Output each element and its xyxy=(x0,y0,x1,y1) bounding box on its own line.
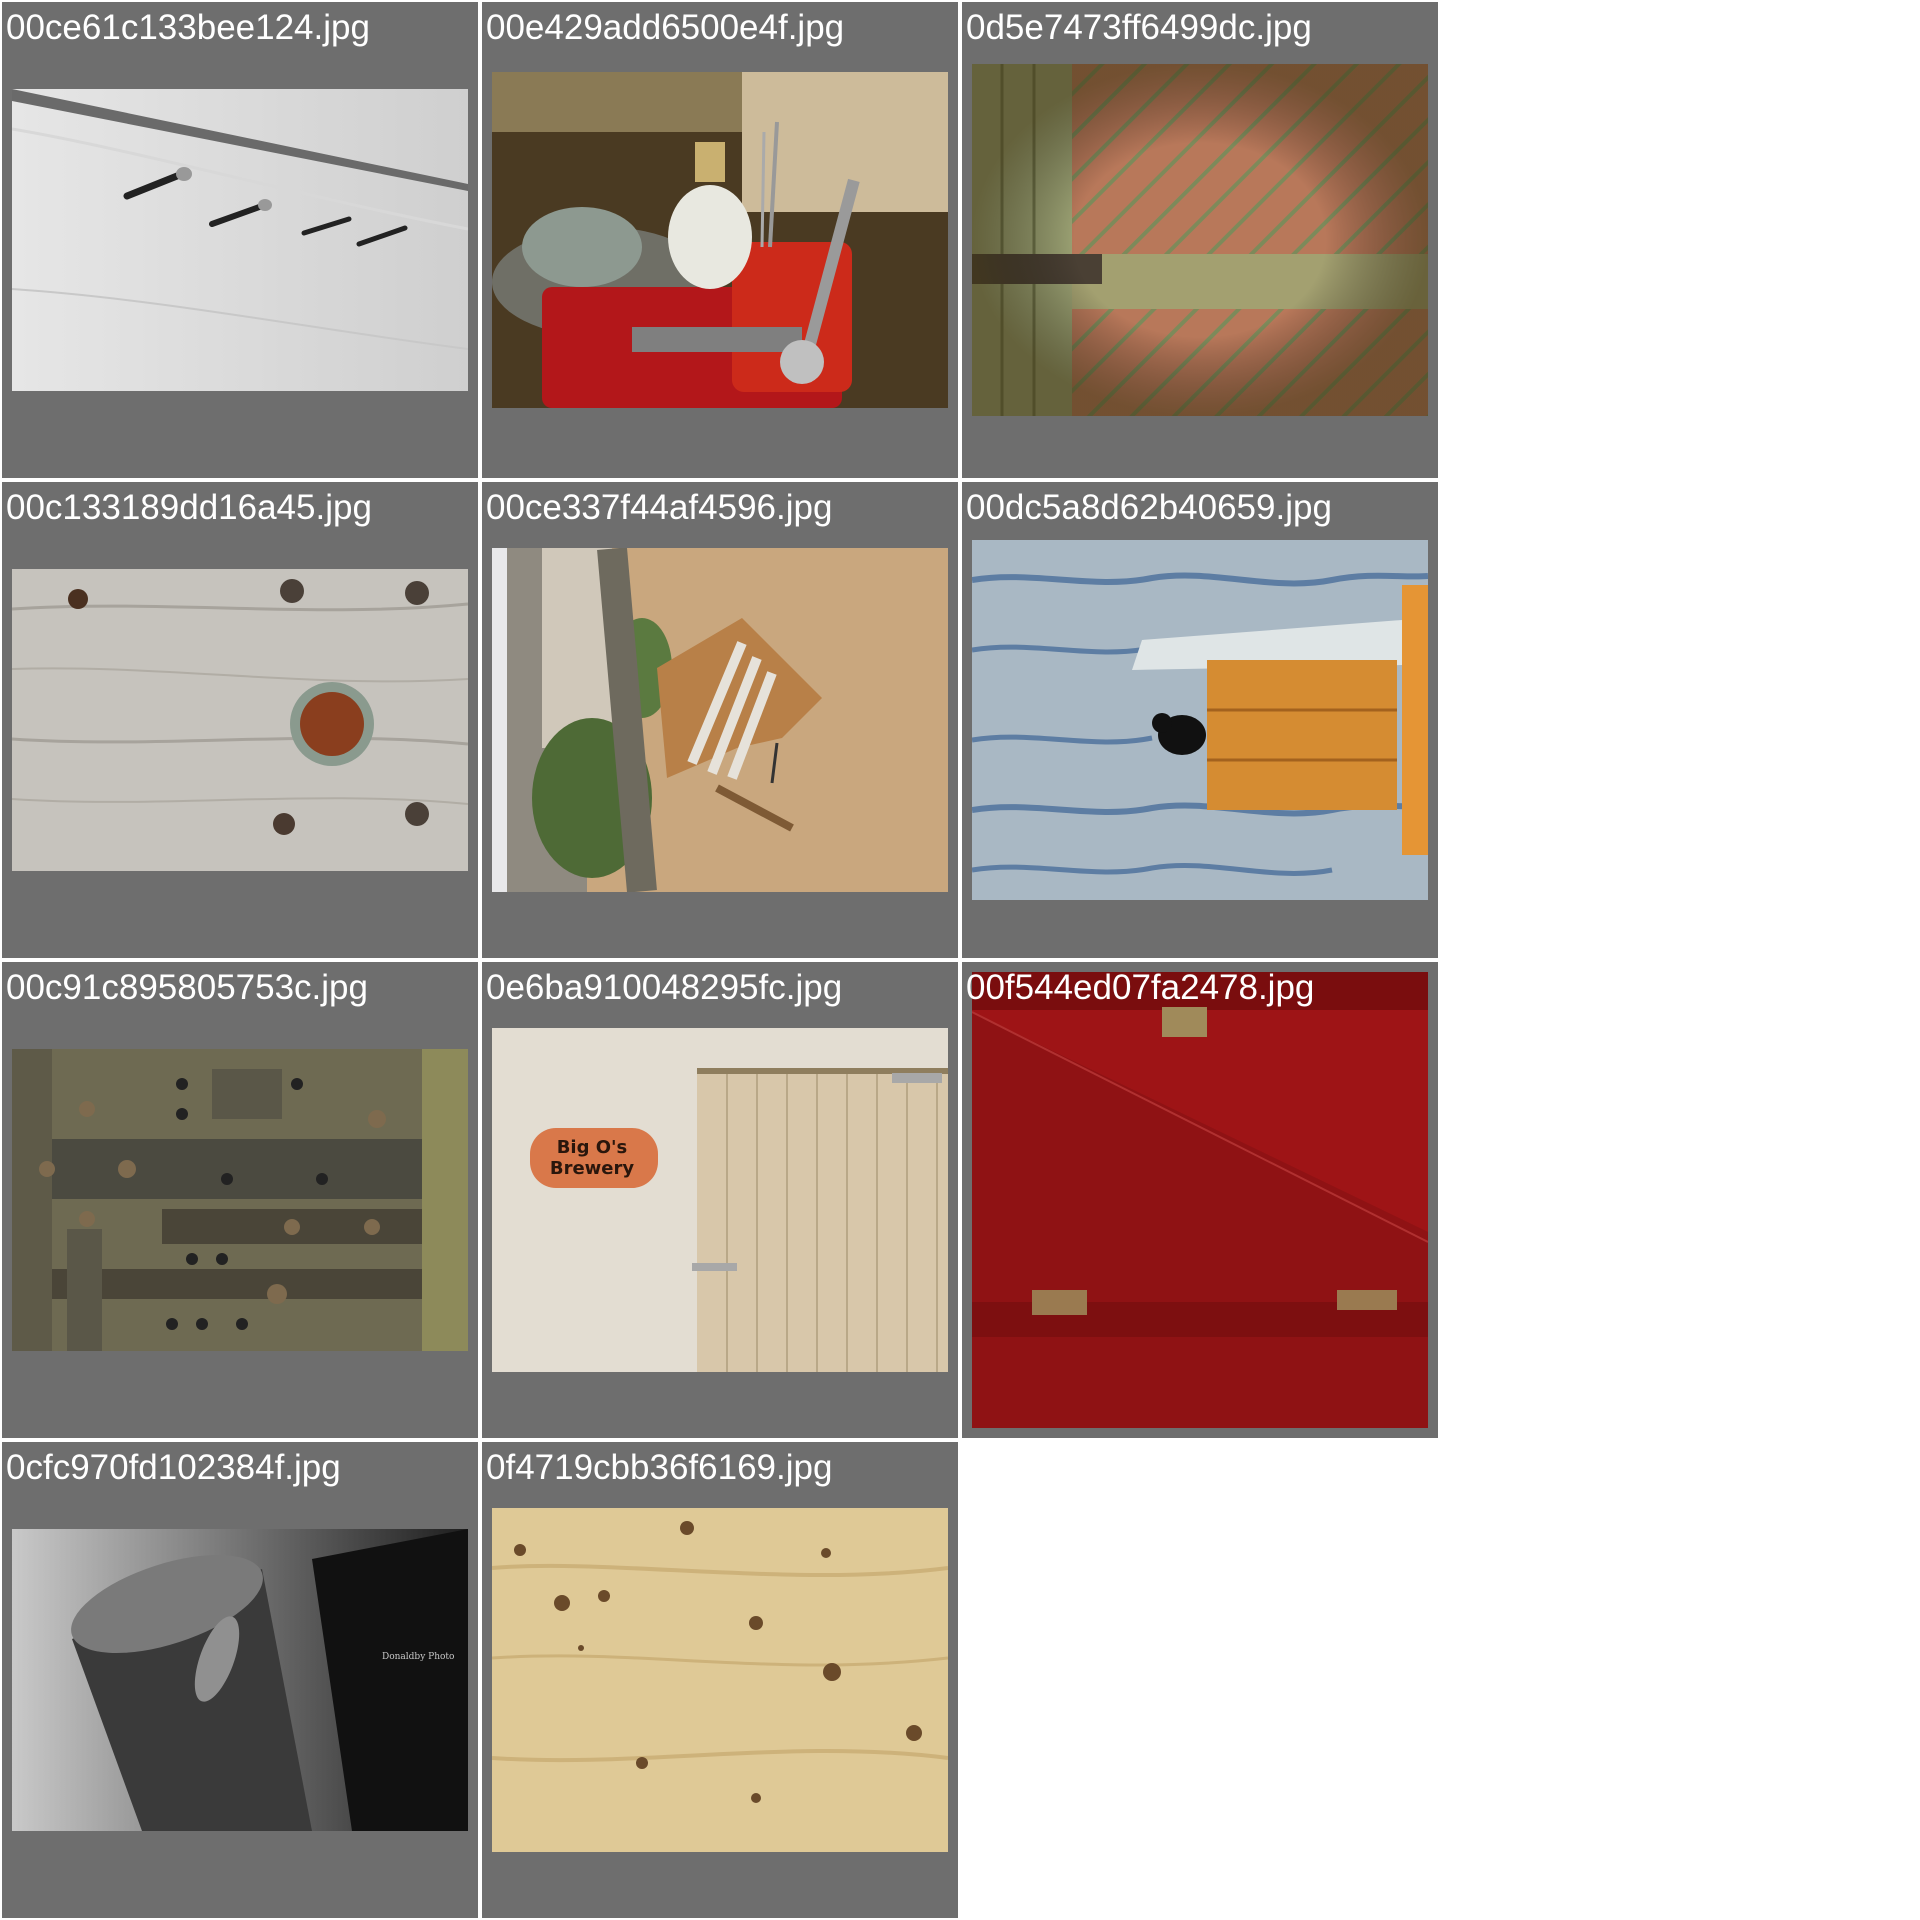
filename-label: 00f544ed07fa2478.jpg xyxy=(966,968,1315,1007)
grid-cell[interactable]: 00c91c895805753c.jpg xyxy=(2,962,478,1438)
cicada-stump-photo[interactable]: Donaldby Photo xyxy=(12,1529,468,1831)
filename-label: 0e6ba910048295fc.jpg xyxy=(486,968,843,1007)
filename-label: 0d5e7473ff6499dc.jpg xyxy=(966,8,1312,47)
rusty-iron-door-photo[interactable] xyxy=(12,1049,468,1351)
grid-cell[interactable]: 0f4719cbb36f6169.jpg xyxy=(482,1442,958,1918)
grid-cell[interactable]: 00c133189dd16a45.jpg xyxy=(2,482,478,958)
grid-cell[interactable]: 0cfc970fd102384f.jpg Donaldby Photo xyxy=(2,1442,478,1918)
brewery-door-photo[interactable]: Big O's Brewery xyxy=(492,1028,948,1372)
grid-cell[interactable]: 00f544ed07fa2478.jpg xyxy=(962,962,1438,1438)
vise-lightbulb-photo[interactable] xyxy=(492,72,948,408)
filename-label: 00ce61c133bee124.jpg xyxy=(6,8,370,47)
grid-cell[interactable]: 00dc5a8d62b40659.jpg xyxy=(962,482,1438,958)
grid-cell[interactable]: 00e429add6500e4f.jpg xyxy=(482,2,958,478)
photo-watermark: Donaldby Photo xyxy=(382,1652,454,1662)
filename-label: 00e429add6500e4f.jpg xyxy=(486,8,845,47)
filename-label: 0cfc970fd102384f.jpg xyxy=(6,1448,341,1487)
brewery-sign-line2: Brewery xyxy=(550,1158,635,1179)
barn-door-photo[interactable] xyxy=(972,64,1428,416)
filename-label: 0f4719cbb36f6169.jpg xyxy=(486,1448,833,1487)
filename-label: 00ce337f44af4596.jpg xyxy=(486,488,833,527)
birdhouse-crow-photo[interactable] xyxy=(972,540,1428,900)
grid-cell[interactable]: 0d5e7473ff6499dc.jpg xyxy=(962,2,1438,478)
filename-label: 00c133189dd16a45.jpg xyxy=(6,488,372,527)
red-box-photo[interactable] xyxy=(972,972,1428,1428)
garden-chair-photo[interactable] xyxy=(492,548,948,892)
filename-label: 00c91c895805753c.jpg xyxy=(6,968,368,1007)
plywood-photo[interactable] xyxy=(492,1508,948,1852)
grid-cell[interactable]: 0e6ba910048295fc.jpg Big O's Brewery xyxy=(482,962,958,1438)
brewery-sign-line1: Big O's xyxy=(557,1137,628,1158)
grid-cell[interactable]: 00ce61c133bee124.jpg xyxy=(2,2,478,478)
image-grid: 00ce61c133bee124.jpg 00e429add6500e4f.jp… xyxy=(0,0,1920,1920)
nails-in-wood-photo[interactable] xyxy=(12,89,468,391)
bolted-wood-photo[interactable] xyxy=(12,569,468,871)
filename-label: 00dc5a8d62b40659.jpg xyxy=(966,488,1332,527)
grid-cell[interactable]: 00ce337f44af4596.jpg xyxy=(482,482,958,958)
